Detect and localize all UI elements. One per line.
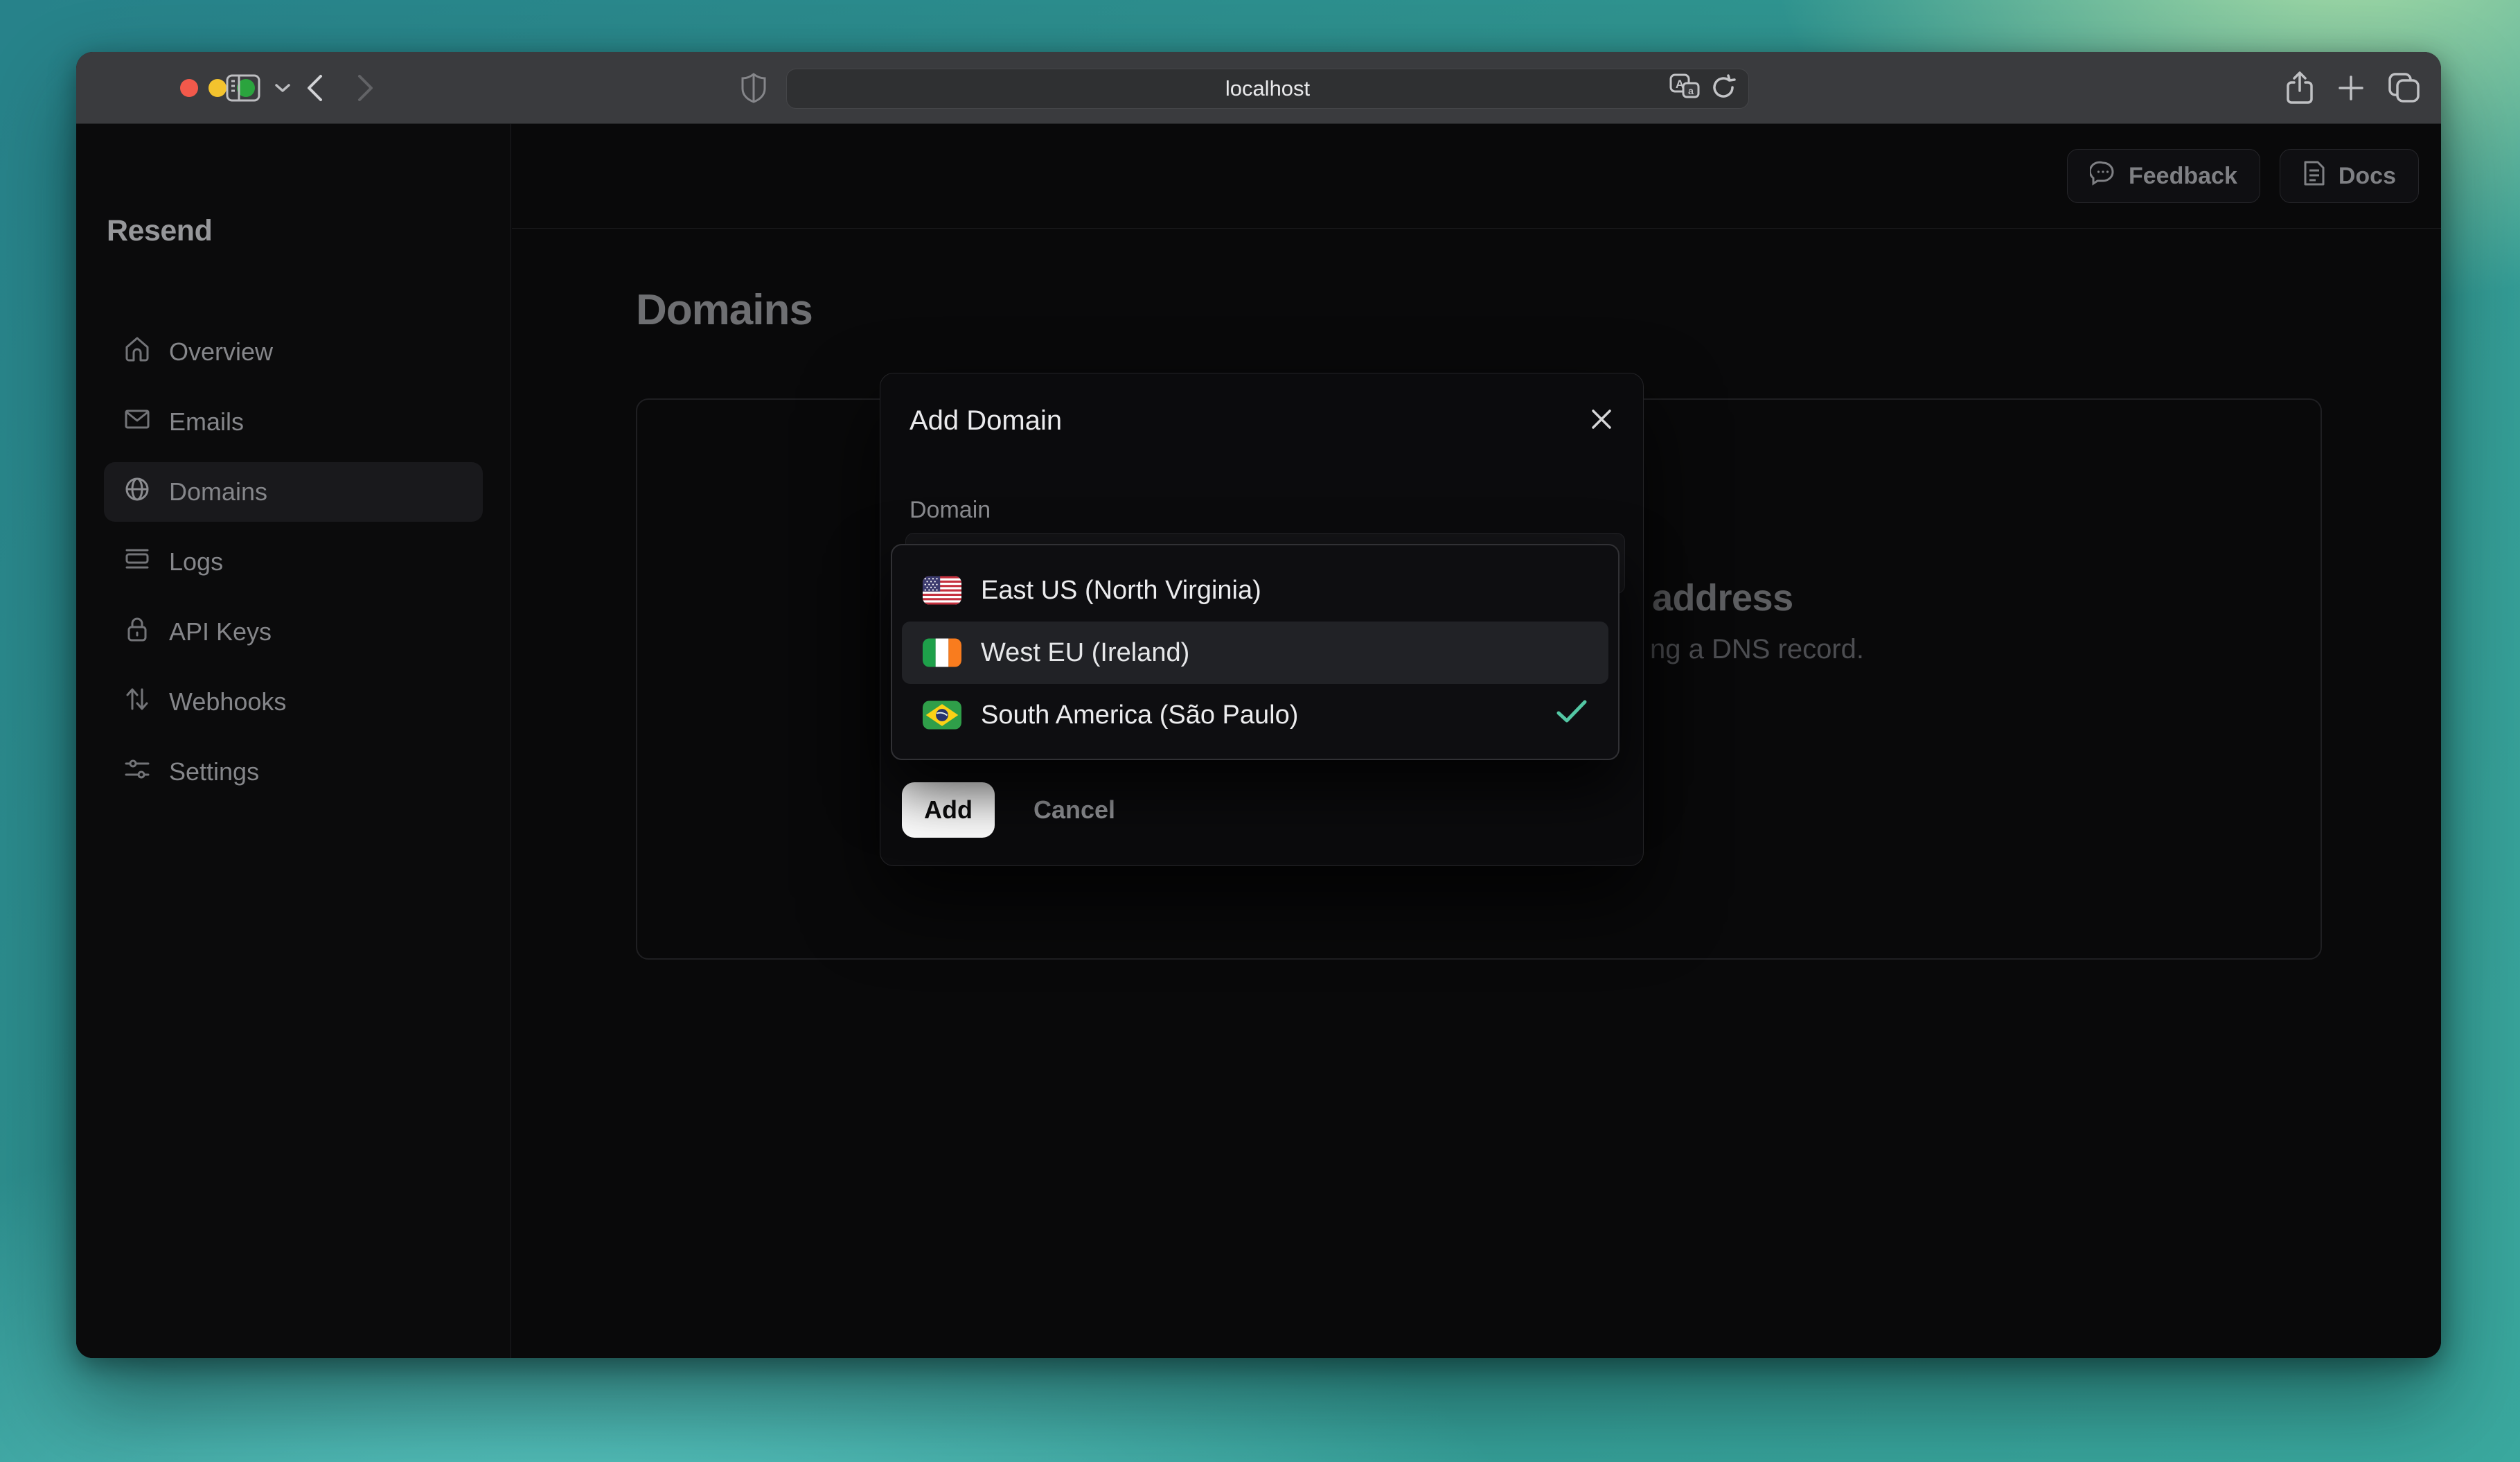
sidebar-item-label: Webhooks [169, 687, 287, 716]
globe-icon [123, 475, 151, 509]
resend-logo: Resend [107, 214, 213, 247]
sidebar-nav: Overview Emails Domains Logs API Keys We… [104, 322, 483, 802]
close-icon[interactable] [1583, 401, 1620, 437]
sidebar: Resend Overview Emails Domains Logs API … [76, 124, 511, 1358]
modal-title: Add Domain [909, 405, 1063, 436]
sidebar-item-label: Settings [169, 757, 260, 786]
region-option-label: West EU (Ireland) [981, 637, 1190, 667]
region-option-label: South America (São Paulo) [981, 700, 1299, 730]
reload-icon[interactable] [1710, 73, 1737, 105]
sidebar-item-api-keys[interactable]: API Keys [104, 602, 483, 662]
region-option-west-eu[interactable]: West EU (Ireland) [902, 622, 1608, 684]
browser-toolbar: localhost A a [76, 52, 2441, 124]
ireland-flag-icon [923, 638, 961, 667]
privacy-shield-icon[interactable] [733, 52, 774, 124]
sidebar-item-logs[interactable]: Logs [104, 532, 483, 592]
page-header: Feedback Docs [512, 124, 2441, 229]
chevron-down-icon[interactable] [267, 52, 298, 124]
region-option-south-america[interactable]: South America (São Paulo) [902, 684, 1608, 746]
address-bar-url: localhost [1225, 76, 1311, 100]
modal-actions: Add Cancel [902, 782, 1115, 838]
card-body-fragment: ng a DNS record. [1650, 634, 1865, 664]
cancel-button[interactable]: Cancel [1033, 795, 1115, 825]
sidebar-item-label: Logs [169, 547, 224, 576]
feedback-bubble-icon [2088, 160, 2116, 193]
brazil-flag-icon [923, 701, 961, 730]
docs-button-label: Docs [2338, 162, 2396, 189]
sidebar-item-overview[interactable]: Overview [104, 322, 483, 382]
home-icon [123, 335, 151, 369]
share-icon[interactable] [2278, 52, 2322, 124]
tab-overview-icon[interactable] [2380, 52, 2429, 124]
browser-window: localhost A a Resend Overview Emails Dom… [76, 52, 2441, 1358]
sliders-icon [123, 755, 151, 789]
arrows-up-down-icon [123, 685, 151, 719]
us-flag-icon [923, 576, 961, 605]
sidebar-item-label: Overview [169, 337, 274, 366]
sidebar-item-emails[interactable]: Emails [104, 392, 483, 452]
feedback-button-label: Feedback [2129, 162, 2237, 189]
sidebar-item-label: Emails [169, 407, 245, 436]
sidebar-item-settings[interactable]: Settings [104, 742, 483, 802]
sidebar-item-webhooks[interactable]: Webhooks [104, 672, 483, 732]
sidebar-toggle-icon[interactable] [219, 52, 267, 124]
address-bar[interactable]: localhost A a [786, 69, 1749, 109]
new-tab-icon[interactable] [2329, 52, 2373, 124]
sidebar-item-label: Domains [169, 477, 268, 506]
region-dropdown: East US (North Virginia) West EU (Irelan… [891, 544, 1620, 760]
sidebar-item-domains[interactable]: Domains [104, 462, 483, 522]
region-option-east-us[interactable]: East US (North Virginia) [902, 559, 1608, 622]
domain-field-label: Domain [909, 497, 991, 523]
page-title: Domains [636, 286, 813, 334]
feedback-button[interactable]: Feedback [2067, 149, 2260, 203]
region-option-label: East US (North Virginia) [981, 575, 1261, 605]
close-window-button[interactable] [180, 79, 198, 97]
svg-text:a: a [1688, 85, 1694, 96]
check-icon [1556, 699, 1588, 731]
card-heading-fragment: address [1652, 577, 1793, 619]
sidebar-item-label: API Keys [169, 617, 272, 646]
back-icon[interactable] [296, 52, 332, 124]
resend-app: Resend Overview Emails Domains Logs API … [76, 124, 2441, 1358]
logs-icon [123, 545, 151, 579]
forward-icon[interactable] [348, 52, 384, 124]
docs-button[interactable]: Docs [2279, 149, 2419, 203]
mail-icon [123, 405, 151, 439]
translate-icon[interactable]: A a [1669, 73, 1700, 105]
docs-file-icon [2302, 159, 2326, 193]
add-button[interactable]: Add [902, 782, 995, 838]
lock-icon [123, 615, 151, 649]
